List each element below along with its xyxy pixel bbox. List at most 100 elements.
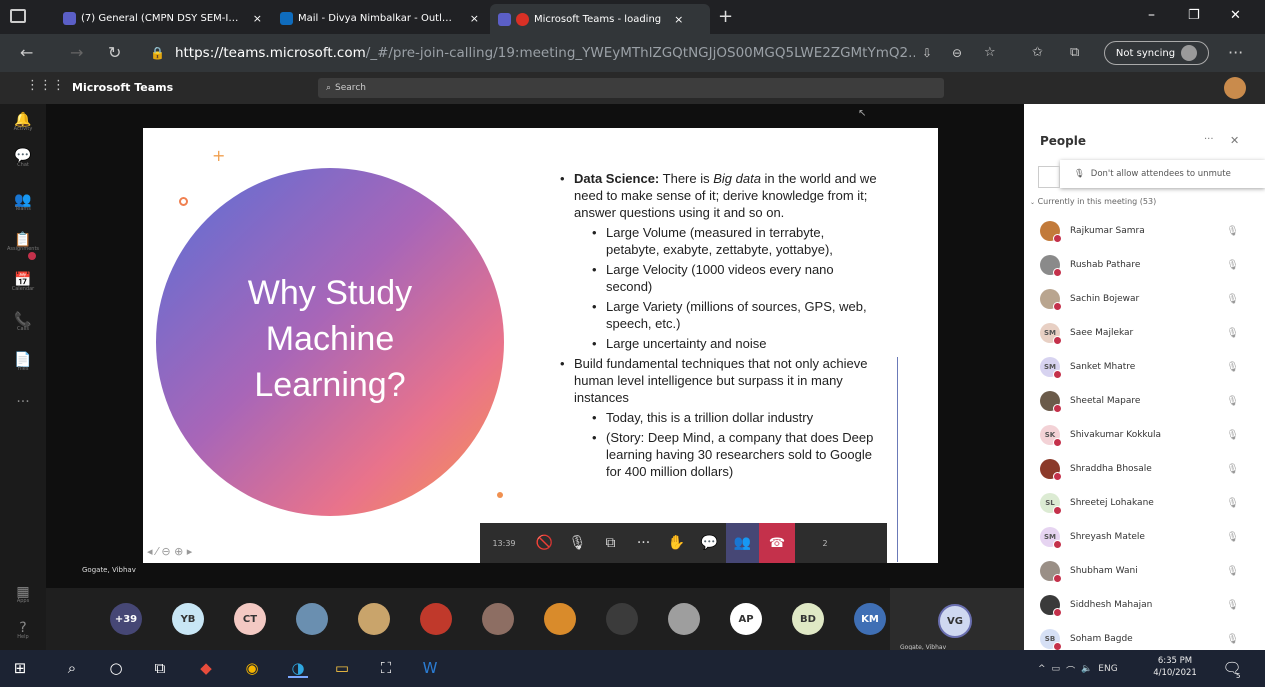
tab-mail[interactable]: Mail - Divya Nimbalkar - Outlook × — [272, 6, 487, 30]
participant-name: Soham Bagde — [1070, 634, 1133, 644]
participant-row[interactable]: SK Shivakumar Kokkula 🎙 — [1024, 418, 1265, 452]
participant-row[interactable]: SL Shreetej Lohakane 🎙 — [1024, 486, 1265, 520]
app-title: Microsoft Teams — [72, 81, 174, 94]
close-window-button[interactable]: ✕ — [1230, 8, 1241, 23]
tab-close-icon[interactable]: × — [253, 12, 262, 25]
sync-label: Not syncing — [1115, 47, 1176, 59]
rail-assignments[interactable]: 📋 Assignments — [0, 232, 46, 262]
back-icon[interactable]: ← — [20, 34, 33, 72]
favorite-star-icon[interactable]: ☆ — [984, 34, 996, 72]
participant-avatar[interactable] — [544, 603, 576, 635]
share-button[interactable]: ⧉ — [594, 535, 627, 551]
forward-icon[interactable]: → — [70, 34, 83, 72]
participant-row[interactable]: Sheetal Mapare 🎙 — [1024, 384, 1265, 418]
mic-off-icon: 🎙 — [1226, 497, 1239, 509]
rail-activity[interactable]: 🔔 Activity — [0, 112, 46, 142]
participant-avatar[interactable] — [606, 603, 638, 635]
tab-teams-loading[interactable]: Microsoft Teams - loading × — [490, 4, 710, 34]
cortana-icon[interactable]: ○ — [106, 658, 126, 678]
maximize-button[interactable]: ❐ — [1188, 8, 1200, 23]
avatar: SB — [1040, 629, 1062, 651]
participant-row[interactable]: Shraddha Bhosale 🎙 — [1024, 452, 1265, 486]
minimize-button[interactable]: – — [1148, 7, 1155, 23]
search-input[interactable]: ⌕ Search — [318, 78, 944, 98]
slide-nav-tools[interactable]: ◂ ⁄ ⊖ ⊕ ▸ — [147, 545, 192, 558]
user-avatar[interactable] — [1224, 77, 1246, 99]
participant-avatar[interactable]: BD — [792, 603, 824, 635]
more-actions-button[interactable]: ··· — [627, 535, 660, 551]
participant-avatar[interactable] — [482, 603, 514, 635]
meeting-section-header[interactable]: ⌄ Currently in this meeting (53) — [1030, 197, 1156, 206]
rail-teams[interactable]: 👥 Teams — [0, 192, 46, 222]
participant-avatar[interactable] — [296, 603, 328, 635]
clock[interactable]: 6:35 PM 4/10/2021 — [1150, 655, 1200, 679]
collections-icon[interactable]: ⧉ — [1070, 34, 1079, 72]
chrome-app-icon[interactable]: ◉ — [242, 658, 262, 678]
volume-icon[interactable]: 🔈 — [1081, 664, 1092, 677]
app-launcher-icon[interactable]: ⋮⋮⋮ — [26, 78, 65, 93]
download-icon[interactable]: ⇩ — [922, 34, 932, 72]
unmute-tooltip[interactable]: 🎙 Don't allow attendees to unmute — [1060, 160, 1265, 188]
tab-close-icon[interactable]: × — [674, 13, 683, 26]
rail-help[interactable]: ? Help — [0, 620, 46, 650]
rail-apps[interactable]: ▦ Apps — [0, 584, 46, 614]
lang-indicator[interactable]: ENG — [1098, 664, 1117, 677]
office-app-icon[interactable]: ◆ — [196, 658, 216, 678]
participant-avatar[interactable]: AP — [730, 603, 762, 635]
chat-button[interactable]: 💬 — [693, 535, 726, 551]
participant-avatar[interactable] — [358, 603, 390, 635]
settings-more-icon[interactable]: ··· — [1228, 34, 1243, 72]
battery-icon[interactable]: ▭ — [1052, 664, 1061, 677]
rail-more[interactable]: ··· — [0, 394, 46, 424]
people-close-icon[interactable]: ✕ — [1230, 134, 1239, 147]
wifi-icon[interactable]: ⌒ — [1066, 664, 1075, 677]
participants-button[interactable]: 👥 — [726, 523, 759, 563]
participant-avatar[interactable]: CT — [234, 603, 266, 635]
circle-decoration — [179, 197, 188, 206]
more-participants-badge[interactable]: +39 — [110, 603, 142, 635]
participant-row[interactable]: Shubham Wani 🎙 — [1024, 554, 1265, 588]
tray-chevron-icon[interactable]: ^ — [1038, 664, 1046, 677]
participant-avatar[interactable]: KM — [854, 603, 886, 635]
tab-general[interactable]: (7) General (CMPN DSY SEM-III ( × — [55, 6, 270, 30]
search-people-input[interactable] — [1038, 166, 1060, 188]
clock-date: 4/10/2021 — [1153, 668, 1197, 678]
participant-row[interactable]: Siddhesh Mahajan 🎙 — [1024, 588, 1265, 622]
rail-calls[interactable]: 📞 Calls — [0, 312, 46, 342]
camera-off-button[interactable]: 🚫 — [528, 535, 561, 551]
favorites-icon[interactable]: ✩ — [1032, 34, 1043, 72]
raise-hand-button[interactable]: ✋ — [660, 535, 693, 551]
mute-button[interactable]: 🎙 — [561, 535, 594, 551]
sidebar-toggle-icon[interactable] — [10, 9, 26, 23]
new-tab-button[interactable]: + — [718, 6, 733, 27]
edge-app-icon[interactable]: ◑ — [288, 658, 308, 678]
participant-row[interactable]: SM Saee Majlekar 🎙 — [1024, 316, 1265, 350]
zoom-icon[interactable]: ⊖ — [952, 34, 962, 72]
url-field[interactable]: 🔒 https://teams.microsoft.com/_#/pre-joi… — [150, 38, 915, 68]
participant-row[interactable]: Sachin Bojewar 🎙 — [1024, 282, 1265, 316]
tab-close-icon[interactable]: × — [470, 12, 479, 25]
store-icon[interactable]: ⛶ — [376, 658, 396, 678]
not-syncing-button[interactable]: Not syncing — [1104, 41, 1209, 65]
refresh-icon[interactable]: ↻ — [108, 34, 121, 72]
task-view-icon[interactable]: ⧉ — [150, 658, 170, 678]
people-more-icon[interactable]: ··· — [1204, 134, 1214, 145]
participant-row[interactable]: Rajkumar Samra 🎙 — [1024, 214, 1265, 248]
participant-avatar[interactable] — [420, 603, 452, 635]
participant-row[interactable]: Rushab Pathare 🎙 — [1024, 248, 1265, 282]
rail-chat[interactable]: 💬 Chat — [0, 148, 46, 178]
word-app-icon[interactable]: W — [420, 658, 440, 678]
search-icon[interactable]: ⌕ — [62, 658, 82, 678]
participant-avatar[interactable]: YB — [172, 603, 204, 635]
participant-row[interactable]: SM Shreyash Matele 🎙 — [1024, 520, 1265, 554]
rail-files[interactable]: 📄 Files — [0, 352, 46, 382]
participant-row[interactable]: SM Sanket Mhatre 🎙 — [1024, 350, 1265, 384]
mic-off-icon: 🎙 — [1226, 327, 1239, 339]
file-explorer-icon[interactable]: ▭ — [332, 658, 352, 678]
windows-start-icon[interactable]: ⊞ — [10, 658, 30, 678]
avatar — [1040, 459, 1062, 481]
hang-up-button[interactable]: ☎ — [759, 523, 795, 563]
rail-calendar[interactable]: 📅 Calendar — [0, 272, 46, 302]
self-avatar[interactable]: VG — [938, 604, 972, 638]
participant-avatar[interactable] — [668, 603, 700, 635]
